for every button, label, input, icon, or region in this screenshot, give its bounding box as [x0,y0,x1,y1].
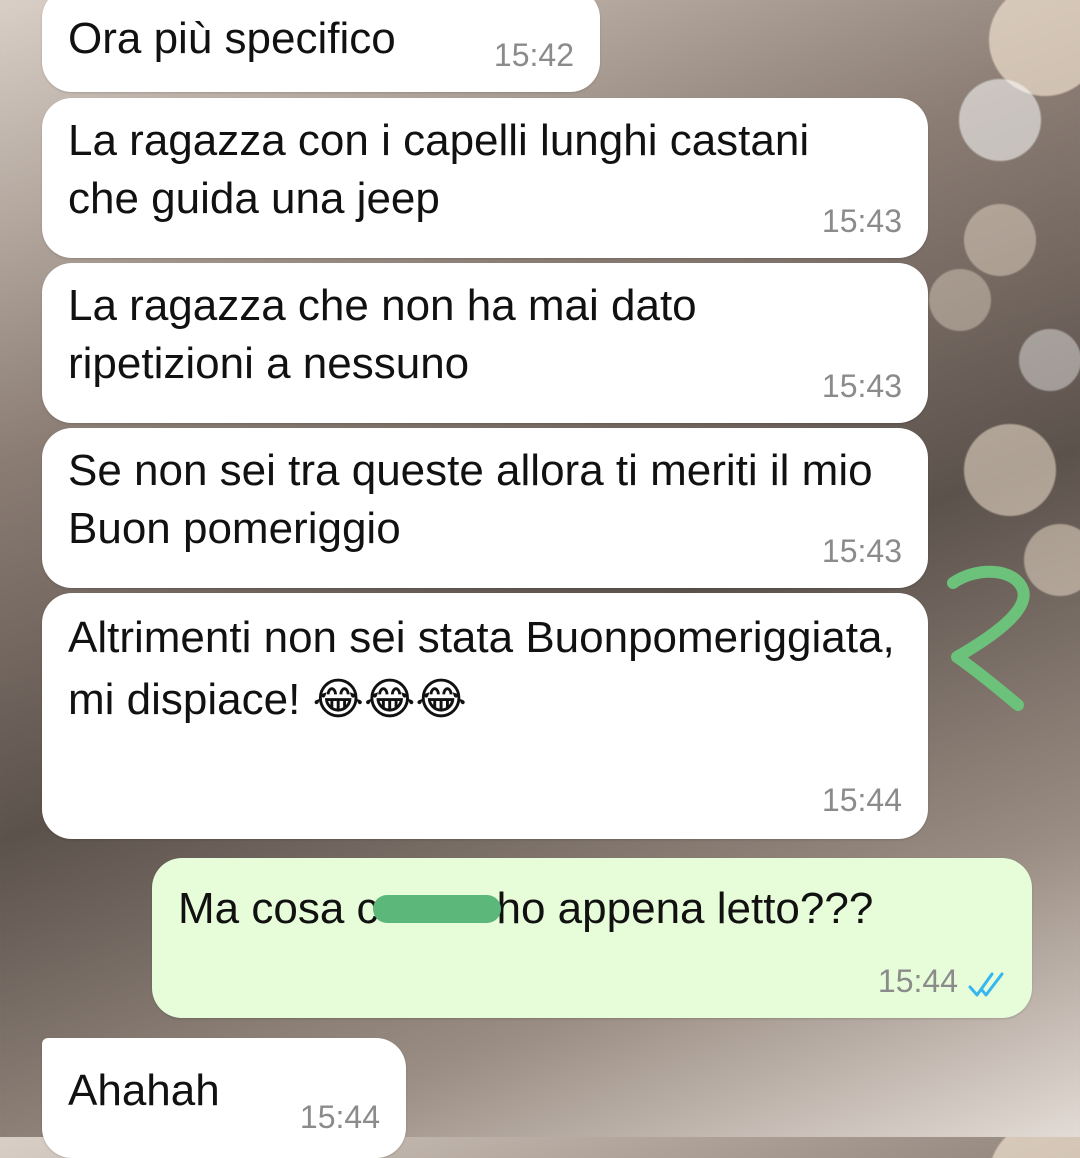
message-text: Se non sei tra queste allora ti meriti i… [68,446,873,553]
message-time: 15:43 [821,368,902,404]
message-text: Ma cosa c ho appena letto??? [178,880,1006,938]
message-bubble[interactable]: Ahahah 15:44 [42,1038,406,1158]
message-time: 15:44 [877,963,958,999]
message-time: 15:43 [821,533,902,569]
message-text: La ragazza che non ha mai dato ripetizio… [68,281,697,388]
message-bubble[interactable]: La ragazza che non ha mai dato ripetizio… [42,263,928,423]
message-time: 15:44 [299,1099,380,1135]
message-bubble[interactable]: Altrimenti non sei stata Buonpomeriggiat… [42,593,928,839]
message-time: 15:43 [821,203,902,239]
double-check-icon [968,972,1004,997]
message-time: 15:42 [493,37,574,73]
message-time: 15:44 [821,782,902,818]
message-bubble[interactable]: Se non sei tra queste allora ti meriti i… [42,428,928,588]
message-text-part: Ma cosa c [178,884,379,933]
tears-of-joy-emoji-icon: 😂😂😂 [312,674,467,725]
message-bubble-outgoing[interactable]: Ma cosa c ho appena letto??? 15:44 [152,858,1032,1018]
message-bubble[interactable]: La ragazza con i capelli lunghi castani … [42,98,928,258]
hand-drawn-2-mark [947,565,1030,711]
message-text-part: ho appena letto??? [496,884,874,933]
message-bubble[interactable]: Ora più specifico 15:42 [42,0,600,92]
message-text: Altrimenti non sei stata Buonpomeriggiat… [68,607,898,731]
message-text-body: Altrimenti non sei stata Buonpomeriggiat… [68,613,895,724]
censor-mark [372,895,501,924]
message-text: La ragazza con i capelli lunghi castani … [68,116,810,223]
